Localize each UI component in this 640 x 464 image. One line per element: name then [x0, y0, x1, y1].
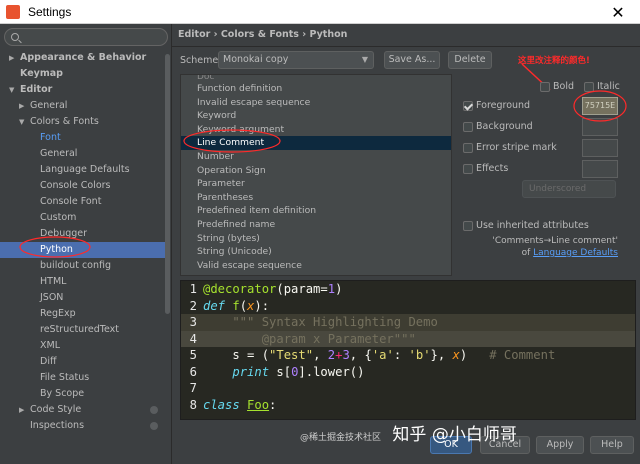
annotation-circle-foreground — [573, 90, 627, 122]
annotation-circles — [19, 90, 627, 258]
annotation-circle-python — [19, 236, 91, 258]
annotation-circle-line-comment — [183, 129, 281, 153]
